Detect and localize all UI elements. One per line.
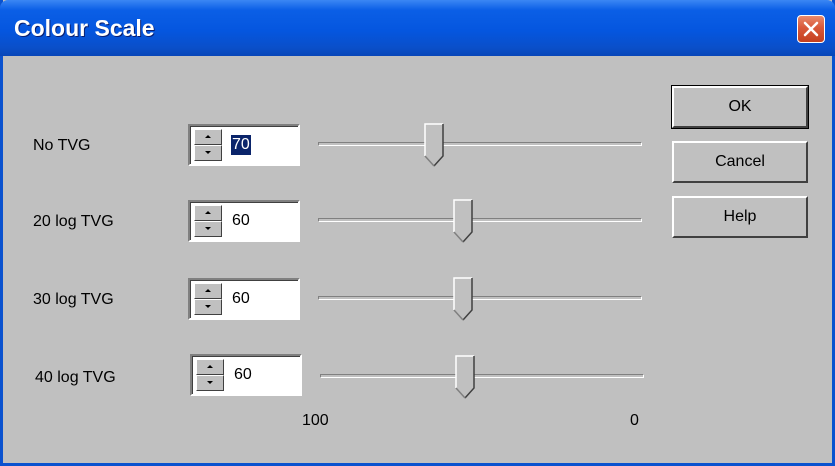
ok-button[interactable]: OK [671,85,809,129]
window-title: Colour Scale [14,15,155,41]
arrow-up-icon [207,365,213,368]
spin-buttons [191,127,227,163]
spin-up-button[interactable] [194,283,222,299]
spin-buttons [191,281,227,317]
arrow-up-icon [205,135,211,138]
spin-no-tvg[interactable]: 70 [188,124,300,166]
spin-value-40-log-tvg[interactable]: 60 [233,365,253,385]
arrow-up-icon [205,211,211,214]
close-icon [803,21,819,37]
help-button[interactable]: Help [672,196,808,238]
spin-down-button[interactable] [196,375,224,391]
arrow-down-icon [205,227,211,230]
row-label-20-log-tvg: 20 log TVG [33,213,114,230]
row-label-no-tvg: No TVG [33,137,91,154]
spin-up-button[interactable] [194,129,222,145]
slider-track-20-log-tvg[interactable] [318,218,642,222]
spin-up-button[interactable] [194,205,222,221]
spin-up-button[interactable] [196,359,224,375]
scale-label-right: 0 [630,412,639,429]
spin-buttons [193,357,229,393]
arrow-down-icon [205,305,211,308]
spin-down-button[interactable] [194,221,222,237]
slider-track-30-log-tvg[interactable] [318,296,642,300]
spin-value-no-tvg[interactable]: 70 [231,135,251,155]
spin-value-20-log-tvg[interactable]: 60 [231,211,251,231]
arrow-up-icon [205,289,211,292]
arrow-down-icon [207,381,213,384]
spin-down-button[interactable] [194,299,222,315]
slider-thumb-40-log-tvg[interactable] [455,355,475,399]
spin-40-log-tvg[interactable]: 60 [190,354,302,396]
close-button[interactable] [797,15,825,43]
row-label-40-log-tvg: 40 log TVG [35,369,116,386]
slider-thumb-no-tvg[interactable] [423,123,444,167]
slider-thumb-20-log-tvg[interactable] [453,199,473,243]
spin-30-log-tvg[interactable]: 60 [188,278,300,320]
scale-label-left: 100 [302,412,329,429]
slider-track-40-log-tvg[interactable] [320,374,644,378]
cancel-button[interactable]: Cancel [672,141,808,183]
arrow-down-icon [205,151,211,154]
slider-track-no-tvg[interactable] [318,142,642,146]
title-bar[interactable]: Colour Scale [0,0,835,56]
row-label-30-log-tvg: 30 log TVG [33,291,114,308]
spin-down-button[interactable] [194,145,222,161]
spin-20-log-tvg[interactable]: 60 [188,200,300,242]
slider-thumb-30-log-tvg[interactable] [453,277,473,321]
spin-buttons [191,203,227,239]
spin-value-30-log-tvg[interactable]: 60 [231,289,251,309]
